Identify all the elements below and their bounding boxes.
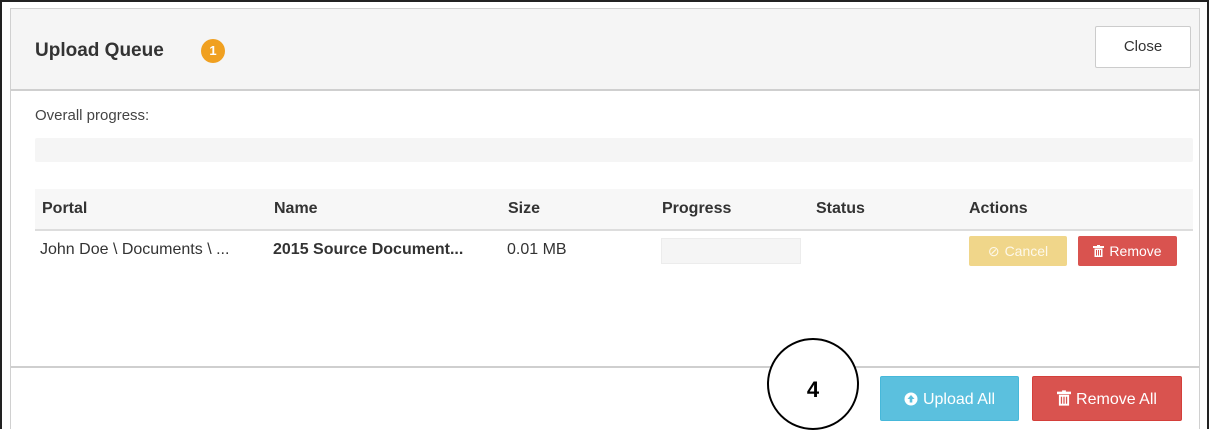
table-row: John Doe \ Documents \ ... 2015 Source D…: [35, 231, 1193, 271]
upload-all-label: Upload All: [922, 391, 996, 408]
overall-progress-bar: [35, 138, 1193, 162]
remove-all-label: Remove All: [1076, 391, 1157, 408]
cancel-button-label: Cancel: [1004, 243, 1049, 259]
circle-arrow-up-icon: [904, 377, 918, 422]
step-number-callout: 4: [767, 338, 859, 430]
queue-table-header: Portal Name Size Progress Status Actions: [35, 189, 1193, 231]
dialog-header: Upload Queue 1 Close: [11, 9, 1199, 91]
ban-icon: ⊘: [987, 243, 1000, 259]
column-header-status: Status: [816, 200, 865, 217]
screen-frame-left: [0, 0, 2, 429]
row-file-name: 2015 Source Document...: [273, 241, 464, 258]
column-header-name: Name: [274, 200, 318, 217]
trash-icon: [1057, 377, 1072, 422]
row-progress-bar: [661, 238, 801, 264]
column-header-progress: Progress: [662, 200, 732, 217]
column-header-portal: Portal: [42, 200, 88, 217]
column-header-size: Size: [508, 200, 541, 217]
dialog-title: Upload Queue: [35, 40, 164, 61]
remove-button[interactable]: Remove: [1078, 236, 1177, 266]
column-header-actions: Actions: [969, 200, 1028, 217]
row-portal: John Doe \ Documents \ ...: [40, 241, 230, 258]
close-button[interactable]: Close: [1095, 26, 1191, 68]
upload-queue-dialog: Upload Queue 1 Close Overall progress: P…: [10, 8, 1200, 432]
remove-all-button[interactable]: Remove All: [1032, 376, 1182, 421]
cancel-button[interactable]: ⊘ Cancel: [969, 236, 1067, 266]
remove-button-label: Remove: [1109, 243, 1162, 259]
queue-count-badge: 1: [201, 39, 225, 63]
dialog-footer: [11, 366, 1199, 432]
row-file-size: 0.01 MB: [507, 241, 567, 258]
trash-icon: [1093, 236, 1105, 266]
overall-progress-label: Overall progress:: [35, 107, 150, 124]
upload-all-button[interactable]: Upload All: [880, 376, 1019, 421]
screen-frame-top: [0, 0, 1209, 2]
